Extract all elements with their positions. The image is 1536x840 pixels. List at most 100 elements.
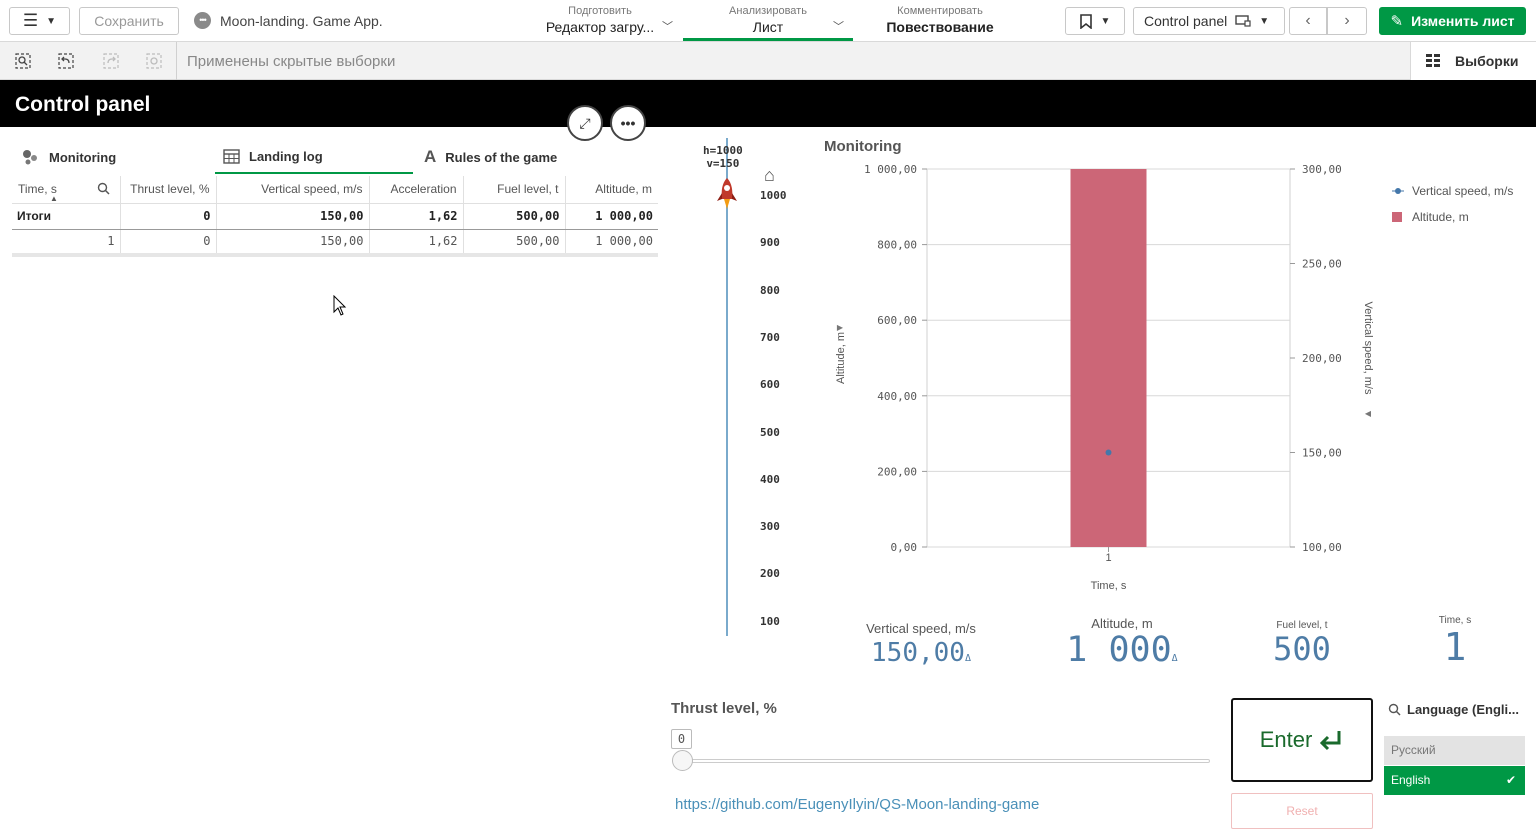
legend-item-speed[interactable]: Vertical speed, m/s [1392, 178, 1513, 204]
sheet-title: Control panel [15, 93, 151, 116]
search-icon [1388, 703, 1401, 716]
language-option-english[interactable]: English ✔ [1384, 766, 1525, 795]
y2-tick-label: 250,00 [1302, 258, 1342, 271]
search-icon[interactable] [97, 182, 110, 198]
selections-label: Выборки [1455, 53, 1519, 69]
cell-time[interactable]: 1 [12, 229, 121, 257]
reset-button[interactable]: Reset [1231, 793, 1373, 829]
kpi-value-text: 1 000 [1066, 630, 1172, 670]
kpi-delta-marker: Δ [1171, 653, 1178, 664]
caret-down-icon: ▼ [1259, 15, 1270, 27]
previous-sheet-button[interactable]: ‹ [1289, 7, 1327, 35]
caret-down-icon: ▼ [1100, 15, 1111, 27]
gauge-tick-label: 900 [760, 236, 780, 250]
landing-log-table: Time, s ▲ Thrust level, % Vertical speed… [12, 176, 658, 257]
cell-altitude[interactable]: 1 000,00 [565, 229, 658, 257]
kpi-value: 1 000Δ [1060, 631, 1184, 678]
column-header-acceleration[interactable]: Acceleration [369, 176, 464, 204]
language-filter-title[interactable]: Language (Engli... [1388, 702, 1519, 717]
totals-label: Итоги [12, 203, 121, 230]
y2-tick-label: 100,00 [1302, 541, 1342, 554]
y2-axis-label: Vertical speed, m/s [1362, 302, 1374, 395]
smart-search-icon[interactable] [13, 51, 33, 71]
table-row[interactable]: 1 0 150,00 1,62 500,00 1 000,00 [12, 229, 658, 257]
y-axis-label: Altitude, m [835, 332, 847, 384]
nav-tab-analyze[interactable]: Анализировать Лист ﹀ [683, 0, 853, 41]
kpi-fuel: Fuel level, t 500 [1262, 620, 1342, 667]
chevron-down-icon[interactable]: ﹀ [662, 18, 673, 34]
totals-altitude: 1 000,00 [565, 203, 658, 230]
gauge-tick-label: 1000 [760, 189, 787, 202]
selections-bar: Применены скрытые выборки Выборки [0, 42, 1536, 80]
next-sheet-button[interactable]: › [1327, 7, 1367, 35]
selections-tool-button[interactable]: Выборки [1410, 42, 1536, 80]
app-options-icon[interactable]: ••• [194, 12, 211, 29]
sheet-name: Control panel [1144, 13, 1228, 29]
save-button[interactable]: Сохранить [79, 7, 179, 35]
column-header-time[interactable]: Time, s ▲ [12, 176, 121, 204]
edit-sheet-button[interactable]: ✎ Изменить лист [1379, 7, 1526, 35]
column-header-thrust[interactable]: Thrust level, % [120, 176, 217, 204]
thrust-slider-track[interactable] [682, 759, 1210, 763]
tab-landing-log[interactable]: Landing log [215, 140, 413, 174]
gauge-tick-label: 400 [760, 472, 780, 486]
gauge-tick-label: 200 [760, 567, 780, 581]
thrust-slider-handle[interactable] [672, 750, 693, 771]
legend-point-icon [1392, 188, 1404, 194]
language-option-russian[interactable]: Русский [1384, 736, 1525, 765]
legend-item-altitude[interactable]: Altitude, m [1392, 204, 1513, 230]
sheet-selector-button[interactable]: Control panel ▼ [1133, 7, 1285, 35]
y2-tick-label: 300,00 [1302, 163, 1342, 176]
column-header-altitude[interactable]: Altitude, m [565, 176, 658, 204]
home-icon: ⌂ [764, 165, 775, 185]
nav-tab-prepare-caption: Подготовить [568, 5, 632, 17]
y-tick-label: 600,00 [877, 314, 917, 327]
chevron-left-icon: ‹ [1305, 12, 1311, 29]
tab-rules-label: Rules of the game [445, 149, 558, 165]
totals-speed: 150,00 [216, 203, 370, 230]
step-forward-icon [101, 51, 121, 71]
kpi-value: 500 [1273, 630, 1331, 668]
bookmarks-button[interactable]: ▼ [1065, 7, 1125, 35]
y-tick-label: 0,00 [891, 541, 918, 554]
column-header-fuel[interactable]: Fuel level, t [463, 176, 566, 204]
kpi-delta-marker: Δ [964, 653, 971, 664]
expand-button[interactable]: ⤢ [567, 105, 603, 141]
cell-fuel[interactable]: 500,00 [463, 229, 566, 257]
tab-monitoring[interactable]: Monitoring [14, 140, 214, 174]
kpi-value: 150,00Δ [855, 638, 987, 668]
nav-tab-prepare[interactable]: Подготовить Редактор загру... ﹀ [520, 0, 680, 41]
language-title-label: Language (Engli... [1407, 702, 1519, 717]
cell-speed[interactable]: 150,00 [216, 229, 370, 257]
x-axis-label: Time, s [1091, 580, 1127, 592]
column-header-speed[interactable]: Vertical speed, m/s [216, 176, 370, 204]
nav-tab-narrate[interactable]: Комментировать Повествование [860, 0, 1020, 41]
hamburger-icon: ☰ [22, 11, 39, 30]
more-options-button[interactable]: ••• [610, 105, 646, 141]
y-tick-label: 1 000,00 [864, 163, 917, 176]
kpi-altitude: Altitude, m 1 000Δ [1060, 616, 1184, 678]
tab-rules[interactable]: A Rules of the game [416, 140, 616, 174]
check-icon: ✔ [1505, 773, 1516, 787]
step-back-icon[interactable] [56, 51, 76, 71]
enter-button[interactable]: Enter [1231, 698, 1373, 782]
gauge-tick-label: 700 [760, 330, 780, 344]
nav-tab-narrate-caption: Комментировать [897, 5, 983, 17]
hidden-selections-text: Применены скрытые выборки [187, 53, 396, 70]
sheet-header: Control panel [0, 80, 1536, 127]
gauge-tick-label: 500 [760, 425, 780, 439]
totals-fuel: 500,00 [463, 203, 566, 230]
thrust-value-input[interactable]: 0 [671, 729, 692, 749]
global-menu-button[interactable]: ☰ ▼ [9, 7, 70, 35]
github-link[interactable]: https://github.com/EugenyIlyin/QS-Moon-l… [675, 796, 1039, 813]
y-tick-label: 800,00 [877, 239, 917, 252]
y2-tick-label: 200,00 [1302, 352, 1342, 365]
kpi-vertical-speed: Vertical speed, m/s 150,00Δ [855, 621, 987, 668]
cell-acceleration[interactable]: 1,62 [369, 229, 464, 257]
rocket-readout: h=1000 v=150 [703, 144, 743, 170]
totals-thrust: 0 [120, 203, 217, 230]
x-tick-label: 1 [1105, 552, 1111, 564]
chevron-down-icon[interactable]: ﹀ [833, 18, 844, 34]
kpi-time: Time, s 1 [1425, 615, 1485, 668]
cell-thrust[interactable]: 0 [120, 229, 217, 257]
